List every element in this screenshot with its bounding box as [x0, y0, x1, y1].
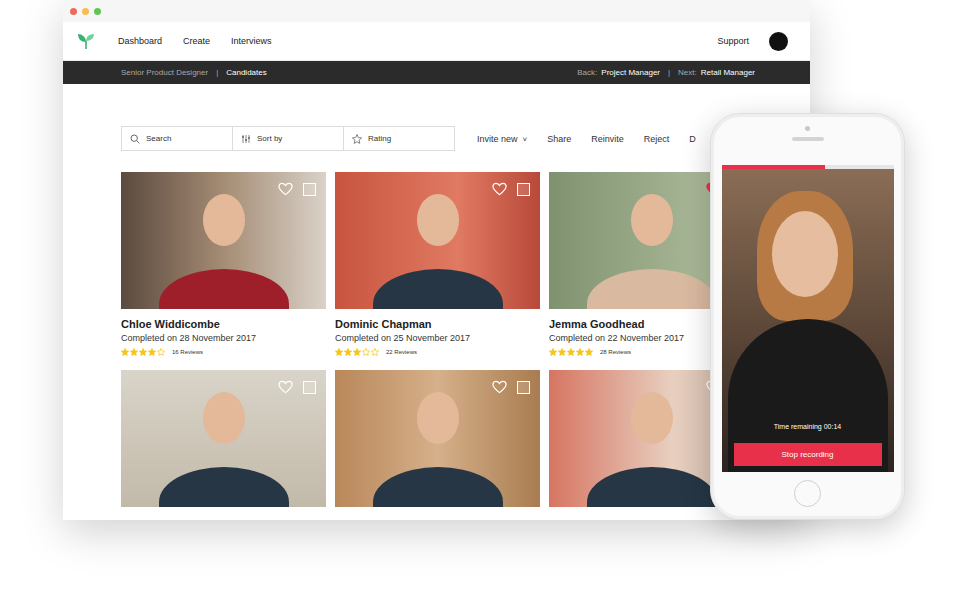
toolbar-action[interactable]: D: [689, 134, 696, 144]
star-icon: [157, 348, 165, 356]
breadcrumb-bar: Senior Product Designer | Candidates Back: P…: [63, 61, 810, 84]
candidate-info: Dominic Chapman Completed on 25 November …: [335, 309, 540, 370]
candidate-card[interactable]: Chloe Widdicombe Completed on 28 November…: [121, 172, 326, 370]
star-icon: [121, 348, 129, 356]
toolbar-action[interactable]: Reinvite: [591, 134, 624, 144]
window-control[interactable]: [82, 8, 89, 15]
camera: [805, 126, 810, 131]
star-icon: [344, 348, 352, 356]
content: Search Sort by Rating Invite new˅ Share Reinv…: [63, 84, 810, 507]
sliders-icon: [241, 134, 251, 144]
next-link[interactable]: Retail Manager: [701, 68, 755, 77]
back-label: Back:: [577, 68, 597, 77]
toolbar-action[interactable]: Reject: [644, 134, 670, 144]
toolbar-action[interactable]: Invite new˅: [477, 134, 527, 144]
rating-label: Rating: [368, 134, 391, 143]
person-silhouette: [631, 194, 673, 246]
nav-bar: Dashboard Create Interviews Support: [63, 22, 810, 61]
star-icon: [335, 348, 343, 356]
select-checkbox[interactable]: [303, 183, 316, 196]
completed-date: Completed on 25 November 2017: [335, 333, 540, 343]
window-control[interactable]: [70, 8, 77, 15]
star-icon: [353, 348, 361, 356]
star-icon: [130, 348, 138, 356]
rating-field[interactable]: Rating: [343, 127, 454, 150]
candidate-card[interactable]: [335, 370, 540, 507]
person-silhouette: [417, 194, 459, 246]
home-button[interactable]: [794, 480, 821, 507]
star-icon: [371, 348, 379, 356]
star-icon: [148, 348, 156, 356]
candidate-name[interactable]: Dominic Chapman: [335, 318, 540, 330]
search-field[interactable]: Search: [122, 127, 232, 150]
heart-icon[interactable]: [278, 182, 293, 196]
search-icon: [130, 134, 140, 144]
person-silhouette: [203, 392, 245, 444]
review-count[interactable]: 28 Reviews: [600, 349, 631, 355]
separator: |: [668, 68, 670, 77]
heart-icon[interactable]: [492, 380, 507, 394]
star-rating: 16 Reviews: [121, 348, 326, 356]
candidate-card[interactable]: [121, 370, 326, 507]
time-remaining: Time remaining 00:14: [774, 423, 841, 430]
candidate-info: Chloe Widdicombe Completed on 28 November…: [121, 309, 326, 370]
candidate-card[interactable]: Dominic Chapman Completed on 25 November …: [335, 172, 540, 370]
browser-window: Dashboard Create Interviews Support Senior P…: [63, 0, 810, 520]
person-silhouette: [631, 392, 673, 444]
candidate-photo[interactable]: [335, 172, 540, 309]
select-checkbox[interactable]: [517, 183, 530, 196]
star-icon: [567, 348, 575, 356]
separator: |: [216, 68, 218, 77]
role-title[interactable]: Senior Product Designer: [121, 68, 208, 77]
filter-field: Search Sort by Rating: [121, 126, 455, 151]
sprout-logo-icon[interactable]: [77, 32, 95, 50]
toolbar: Search Sort by Rating Invite new˅ Share Reinv…: [121, 126, 810, 151]
candidate-photo[interactable]: [335, 370, 540, 507]
candidate-grid: Chloe Widdicombe Completed on 28 November…: [121, 172, 810, 507]
nav-item[interactable]: Interviews: [231, 36, 272, 46]
select-checkbox[interactable]: [517, 381, 530, 394]
star-icon: [139, 348, 147, 356]
person-silhouette: [203, 194, 245, 246]
heart-icon[interactable]: [492, 182, 507, 196]
page: Dashboard Create Interviews Support Senior P…: [0, 0, 960, 615]
next-label: Next:: [678, 68, 697, 77]
chevron-down-icon: ˅: [523, 135, 528, 144]
search-placeholder: Search: [146, 134, 171, 143]
select-checkbox[interactable]: [303, 381, 316, 394]
avatar[interactable]: [769, 32, 788, 51]
candidate-photo[interactable]: [121, 172, 326, 309]
review-count[interactable]: 16 Reviews: [172, 349, 203, 355]
sort-label: Sort by: [257, 134, 282, 143]
star-icon: [585, 348, 593, 356]
phone: Time remaining 00:14 Stop recording: [710, 113, 905, 520]
completed-date: Completed on 28 November 2017: [121, 333, 326, 343]
star-icon: [549, 348, 557, 356]
nav-item[interactable]: Dashboard: [118, 36, 162, 46]
speaker: [792, 137, 824, 141]
person-silhouette: [417, 392, 459, 444]
support-link[interactable]: Support: [717, 36, 749, 46]
nav-item[interactable]: Create: [183, 36, 210, 46]
star-icon: [362, 348, 370, 356]
section-title: Candidates: [226, 68, 266, 77]
stop-recording-button[interactable]: Stop recording: [734, 443, 882, 466]
candidate-name[interactable]: Chloe Widdicombe: [121, 318, 326, 330]
star-rating: 22 Reviews: [335, 348, 540, 356]
star-icon: [352, 134, 362, 144]
recording-screen: Time remaining 00:14 Stop recording: [722, 165, 894, 472]
star-icon: [576, 348, 584, 356]
star-icon: [558, 348, 566, 356]
toolbar-action[interactable]: Share: [547, 134, 571, 144]
back-link[interactable]: Project Manager: [601, 68, 660, 77]
window-chrome: [63, 0, 810, 22]
window-control[interactable]: [94, 8, 101, 15]
candidate-photo[interactable]: [121, 370, 326, 507]
heart-icon[interactable]: [278, 380, 293, 394]
sort-field[interactable]: Sort by: [232, 127, 343, 150]
video-preview: Time remaining 00:14 Stop recording: [722, 169, 894, 472]
review-count[interactable]: 22 Reviews: [386, 349, 417, 355]
